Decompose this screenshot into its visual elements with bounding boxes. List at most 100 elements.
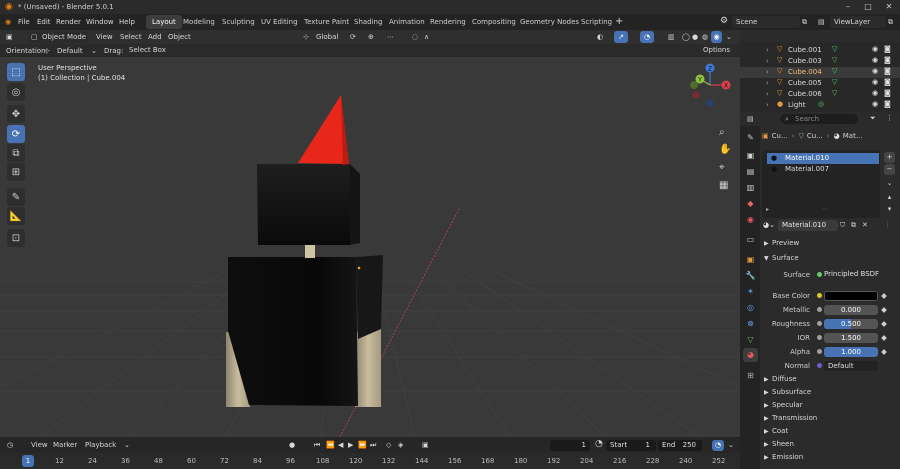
xray-icon[interactable]: ▥ xyxy=(668,33,675,41)
material-slot-item[interactable]: ● Material.010 xyxy=(767,153,879,164)
editor-type-icon[interactable]: ▣ xyxy=(6,33,13,41)
list-resize-icon[interactable]: ▸ xyxy=(766,206,769,213)
subpanel-transmission[interactable]: ▶ Transmission xyxy=(760,412,900,425)
head-cube[interactable] xyxy=(257,164,350,245)
modifier-tab-icon[interactable]: 🔧 xyxy=(745,270,756,281)
tool-tab-icon[interactable]: ✎ xyxy=(745,132,756,143)
material-slot-item[interactable]: ● Material.007 xyxy=(767,164,879,175)
preview-range-icon[interactable]: ◔ xyxy=(595,439,603,449)
mesh-data-icon[interactable]: ▽ xyxy=(832,78,837,86)
minimize-icon[interactable]: – xyxy=(842,2,854,11)
normal-field[interactable]: Default xyxy=(824,361,878,371)
pan-hand-icon[interactable]: ✋ xyxy=(719,144,731,155)
annotate-tool[interactable]: ✎ xyxy=(7,188,25,206)
snap-icon[interactable]: ⊕ xyxy=(368,33,374,41)
render-tab-icon[interactable]: ▣ xyxy=(745,150,756,161)
slot-menu-icon[interactable]: ⌄ xyxy=(884,178,895,189)
mesh-data-icon[interactable]: ▽ xyxy=(832,45,837,53)
keyframe-icon[interactable] xyxy=(881,293,887,299)
unlink-material-icon[interactable]: ✕ xyxy=(862,221,868,229)
camera-icon[interactable]: ◙ xyxy=(884,45,891,53)
navigation-gizmo[interactable]: Z X Y xyxy=(690,63,731,107)
menu-object[interactable]: Object xyxy=(168,33,191,41)
material-tab-icon[interactable]: ◕ xyxy=(743,348,758,362)
surface-shader-selector[interactable]: Principled BSDF xyxy=(824,270,879,278)
camera-icon[interactable]: ◙ xyxy=(884,100,891,108)
roughness-field[interactable]: 0.500 xyxy=(824,319,878,329)
eye-icon[interactable]: ◉ xyxy=(872,56,878,64)
alpha-socket-icon[interactable] xyxy=(817,349,822,354)
data-tab-icon[interactable]: ▽ xyxy=(745,334,756,345)
camera-icon[interactable]: ◙ xyxy=(884,89,891,97)
show-overlays-icon[interactable]: ◔ xyxy=(640,31,654,43)
light-data-icon[interactable]: ◎ xyxy=(818,100,824,108)
options-dropdown[interactable]: Options xyxy=(700,45,734,56)
collection-tab-icon[interactable]: ▭ xyxy=(745,234,756,245)
subpanel-subsurface[interactable]: ▶ Subsurface xyxy=(760,386,900,399)
roughness-socket-icon[interactable] xyxy=(817,321,822,326)
expand-arrow-icon[interactable]: › xyxy=(766,68,769,76)
outliner-item[interactable]: › ▽ Cube.001 ▽ ◉ ◙ xyxy=(740,45,900,56)
add-workspace-button[interactable]: + xyxy=(615,16,623,27)
scene-selector[interactable]: Scene xyxy=(732,16,800,28)
tab-texture-paint[interactable]: Texture Paint xyxy=(298,15,355,29)
right-leg[interactable] xyxy=(355,327,381,407)
visibility-icon[interactable]: ◐ xyxy=(597,33,603,41)
current-frame-field[interactable]: 1 xyxy=(550,440,590,451)
eye-icon[interactable]: ◉ xyxy=(872,67,878,75)
keying-icon[interactable]: ◇ xyxy=(386,441,391,449)
subpanel-specular[interactable]: ▶ Specular xyxy=(760,399,900,412)
auto-keying-icon[interactable]: ◔ xyxy=(712,440,724,451)
mesh-data-icon[interactable]: ▽ xyxy=(832,89,837,97)
menu-select[interactable]: Select xyxy=(120,33,142,41)
menu-help[interactable]: Help xyxy=(119,18,135,26)
keyframe-icon[interactable] xyxy=(881,335,887,341)
filter-icon[interactable]: ⏷ xyxy=(870,114,876,123)
object-tab-icon[interactable]: ▣ xyxy=(745,254,756,265)
start-frame-field[interactable]: Start 1 xyxy=(606,440,656,451)
zoom-icon[interactable]: ⌕ xyxy=(719,127,725,138)
remove-slot-button[interactable]: − xyxy=(884,164,895,175)
tab-sculpting[interactable]: Sculpting xyxy=(216,15,261,29)
material-options-icon[interactable]: ⋮ xyxy=(884,221,891,229)
expand-arrow-icon[interactable]: › xyxy=(766,46,769,54)
neck[interactable] xyxy=(305,244,315,258)
view-layer-tab-icon[interactable]: ▥ xyxy=(745,182,756,193)
shader-socket-icon[interactable] xyxy=(817,272,822,277)
properties-search[interactable]: ⌕ Search xyxy=(780,114,858,124)
normal-socket-icon[interactable] xyxy=(817,363,822,368)
scale-tool[interactable]: ⧉ xyxy=(7,144,25,162)
play-icon[interactable]: ▶ xyxy=(348,441,353,449)
keyframe-add-icon[interactable]: ◈ xyxy=(398,441,403,449)
playback-dropdown-icon[interactable]: ⌄ xyxy=(124,441,130,449)
shading-options-icon[interactable]: ⌄ xyxy=(726,33,732,41)
transform-orientation-selector[interactable]: Global xyxy=(316,33,338,41)
jump-end-icon[interactable]: ⏭ xyxy=(370,441,376,450)
outliner-item-selected[interactable]: › ▽ Cube.004 ▽ ◉ ◙ xyxy=(740,67,900,78)
shading-solid-icon[interactable]: ● xyxy=(692,33,698,41)
orientation-selector[interactable]: Default xyxy=(57,47,83,55)
mesh-data-icon[interactable]: ▽ xyxy=(832,67,837,75)
material-name-field[interactable]: Material.010 xyxy=(778,220,838,231)
select-box-tool[interactable]: ⬚ xyxy=(7,63,25,81)
subpanel-sheen[interactable]: ▶ Sheen xyxy=(760,438,900,451)
ior-socket-icon[interactable] xyxy=(817,335,822,340)
play-reverse-icon[interactable]: ◀ xyxy=(338,441,343,449)
menu-view[interactable]: View xyxy=(96,33,113,41)
outliner-item[interactable]: › ● Light ◎ ◉ ◙ xyxy=(740,100,900,111)
tab-modeling[interactable]: Modeling xyxy=(177,15,221,29)
jump-keyframe-forward-icon[interactable]: ⏩ xyxy=(358,441,367,449)
material-slot-list[interactable]: ● Material.010 ● Material.007 ▸ ⋯ xyxy=(762,150,880,218)
outliner[interactable]: › ▽ Cube.001 ▽ ◉ ◙ › ▽ Cube.003 ▽ ◉ ◙ › … xyxy=(740,42,900,112)
camera-icon[interactable]: ◙ xyxy=(884,56,891,64)
pivot-icon[interactable]: ⟳ xyxy=(350,33,356,41)
head-side[interactable] xyxy=(350,164,360,245)
ior-field[interactable]: 1.500 xyxy=(824,333,878,343)
subpanel-emission[interactable]: ▶ Emission xyxy=(760,451,900,464)
view-layer-options-icon[interactable]: ⧉ xyxy=(888,18,893,27)
measure-tool[interactable]: 📐 xyxy=(7,207,25,225)
properties-editor-icon[interactable]: ▤ xyxy=(747,115,754,123)
cursor-tool[interactable]: ◎ xyxy=(7,83,25,101)
eye-icon[interactable]: ◉ xyxy=(872,100,878,108)
texture-tab-icon[interactable]: ⊞ xyxy=(745,370,756,381)
